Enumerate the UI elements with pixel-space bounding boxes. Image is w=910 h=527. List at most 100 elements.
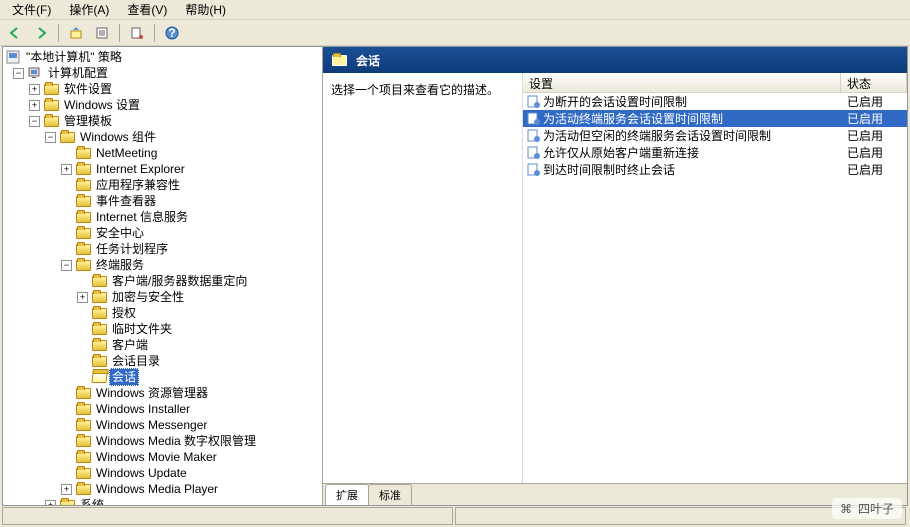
expander-icon[interactable]: − — [45, 132, 56, 143]
setting-name: 允许仅从原始客户端重新连接 — [541, 144, 841, 161]
tree-label: Windows 组件 — [78, 129, 158, 145]
tree-windows-installer[interactable]: Windows Installer — [3, 401, 322, 417]
tree-pane[interactable]: "本地计算机" 策略 − 计算机配置 + 软件设置 + Windows 设置 −… — [3, 47, 323, 505]
tree-license[interactable]: 授权 — [3, 305, 322, 321]
tree-label: 临时文件夹 — [110, 321, 174, 337]
folder-icon — [75, 146, 91, 160]
tree-windows-media-player[interactable]: + Windows Media Player — [3, 481, 322, 497]
tree-terminal-services[interactable]: − 终端服务 — [3, 257, 322, 273]
expander-icon[interactable]: − — [61, 260, 72, 271]
column-status[interactable]: 状态 — [841, 73, 907, 92]
tree-admin-templates[interactable]: − 管理模板 — [3, 113, 322, 129]
list-row[interactable]: 为活动终端服务会话设置时间限制已启用 — [523, 110, 907, 127]
tree-netmeeting[interactable]: NetMeeting — [3, 145, 322, 161]
tree-task-scheduler[interactable]: 任务计划程序 — [3, 241, 322, 257]
main-panel: "本地计算机" 策略 − 计算机配置 + 软件设置 + Windows 设置 −… — [2, 46, 908, 506]
tree-label: 管理模板 — [62, 113, 114, 129]
list-row[interactable]: 到达时间限制时终止会话已启用 — [523, 161, 907, 178]
tree-session-dir[interactable]: 会话目录 — [3, 353, 322, 369]
tree-temp-folder[interactable]: 临时文件夹 — [3, 321, 322, 337]
tree-root[interactable]: "本地计算机" 策略 — [3, 49, 322, 65]
tree-windows-movie-maker[interactable]: Windows Movie Maker — [3, 449, 322, 465]
folder-icon — [43, 98, 59, 112]
menu-help[interactable]: 帮助(H) — [177, 0, 234, 20]
back-button[interactable] — [4, 22, 26, 44]
tree-label: 客户端/服务器数据重定向 — [110, 273, 249, 289]
root-icon — [5, 50, 21, 64]
tree-label: 授权 — [110, 305, 138, 321]
tree-client[interactable]: 客户端 — [3, 337, 322, 353]
tree-event-viewer[interactable]: 事件查看器 — [3, 193, 322, 209]
tree-label: 会话目录 — [110, 353, 162, 369]
tree-encrypt-security[interactable]: + 加密与安全性 — [3, 289, 322, 305]
folder-icon — [75, 242, 91, 256]
details-pane: 会话 选择一个项目来查看它的描述。 设置 状态 为断开的会话设置时间限制已启用为… — [323, 47, 907, 505]
forward-button[interactable] — [30, 22, 52, 44]
tree-windows-media-drm[interactable]: Windows Media 数字权限管理 — [3, 433, 322, 449]
setting-status: 已启用 — [841, 110, 907, 127]
expander-icon[interactable]: + — [29, 84, 40, 95]
view-tabs: 扩展 标准 — [323, 483, 907, 505]
tree-label: 软件设置 — [62, 81, 114, 97]
column-setting[interactable]: 设置 — [523, 73, 841, 92]
tree-software-settings[interactable]: + 软件设置 — [3, 81, 322, 97]
setting-icon — [525, 163, 541, 176]
expander-icon[interactable]: + — [29, 100, 40, 111]
setting-status: 已启用 — [841, 93, 907, 110]
tab-extended[interactable]: 扩展 — [325, 484, 369, 505]
tree-windows-update[interactable]: Windows Update — [3, 465, 322, 481]
expander-icon[interactable]: − — [13, 68, 24, 79]
export-button[interactable] — [126, 22, 148, 44]
setting-status: 已启用 — [841, 161, 907, 178]
tree-windows-settings[interactable]: + Windows 设置 — [3, 97, 322, 113]
list-row[interactable]: 为断开的会话设置时间限制已启用 — [523, 93, 907, 110]
expander-icon[interactable]: + — [61, 164, 72, 175]
folder-icon — [91, 322, 107, 336]
list-row[interactable]: 为活动但空闲的终端服务会话设置时间限制已启用 — [523, 127, 907, 144]
expander-icon[interactable]: − — [29, 116, 40, 127]
folder-icon — [91, 290, 107, 304]
up-button[interactable] — [65, 22, 87, 44]
help-button[interactable]: ? — [161, 22, 183, 44]
menu-view[interactable]: 查看(V) — [119, 0, 175, 20]
setting-icon — [525, 112, 541, 125]
folder-icon — [59, 498, 75, 505]
tab-standard[interactable]: 标准 — [368, 484, 412, 505]
tree-windows-resource-mgr[interactable]: Windows 资源管理器 — [3, 385, 322, 401]
tree-label: Windows Installer — [94, 401, 192, 417]
folder-icon — [91, 338, 107, 352]
setting-name: 到达时间限制时终止会话 — [541, 161, 841, 178]
properties-button[interactable] — [91, 22, 113, 44]
menu-file[interactable]: 文件(F) — [4, 0, 59, 20]
tree-internet-explorer[interactable]: + Internet Explorer — [3, 161, 322, 177]
expander-icon[interactable]: + — [61, 484, 72, 495]
expander-icon[interactable]: + — [45, 500, 56, 506]
tree-label: 安全中心 — [94, 225, 146, 241]
computer-icon — [27, 66, 43, 80]
folder-open-icon — [43, 114, 59, 128]
tree-computer-config[interactable]: − 计算机配置 — [3, 65, 322, 81]
statusbar — [2, 507, 908, 525]
tree-app-compat[interactable]: 应用程序兼容性 — [3, 177, 322, 193]
tree-iis[interactable]: Internet 信息服务 — [3, 209, 322, 225]
folder-icon — [75, 434, 91, 448]
tree-label: Windows Update — [94, 465, 189, 481]
description-column: 选择一个项目来查看它的描述。 — [323, 73, 523, 483]
tree-label: Internet Explorer — [94, 161, 187, 177]
details-title: 会话 — [356, 52, 380, 69]
watermark: ⌘ 四叶子 — [832, 498, 902, 519]
list-row[interactable]: 允许仅从原始客户端重新连接已启用 — [523, 144, 907, 161]
folder-icon — [75, 194, 91, 208]
tree-system[interactable]: + 系统 — [3, 497, 322, 505]
folder-icon — [91, 274, 107, 288]
menu-action[interactable]: 操作(A) — [61, 0, 117, 20]
tree-session[interactable]: 会话 — [3, 369, 322, 385]
expander-icon[interactable]: + — [77, 292, 88, 303]
tree-client-server-redirect[interactable]: 客户端/服务器数据重定向 — [3, 273, 322, 289]
tree-label: 系统 — [78, 497, 106, 505]
tree-security-center[interactable]: 安全中心 — [3, 225, 322, 241]
tree-windows-messenger[interactable]: Windows Messenger — [3, 417, 322, 433]
tree-windows-components[interactable]: − Windows 组件 — [3, 129, 322, 145]
folder-icon — [91, 306, 107, 320]
menubar: 文件(F) 操作(A) 查看(V) 帮助(H) — [0, 0, 910, 20]
